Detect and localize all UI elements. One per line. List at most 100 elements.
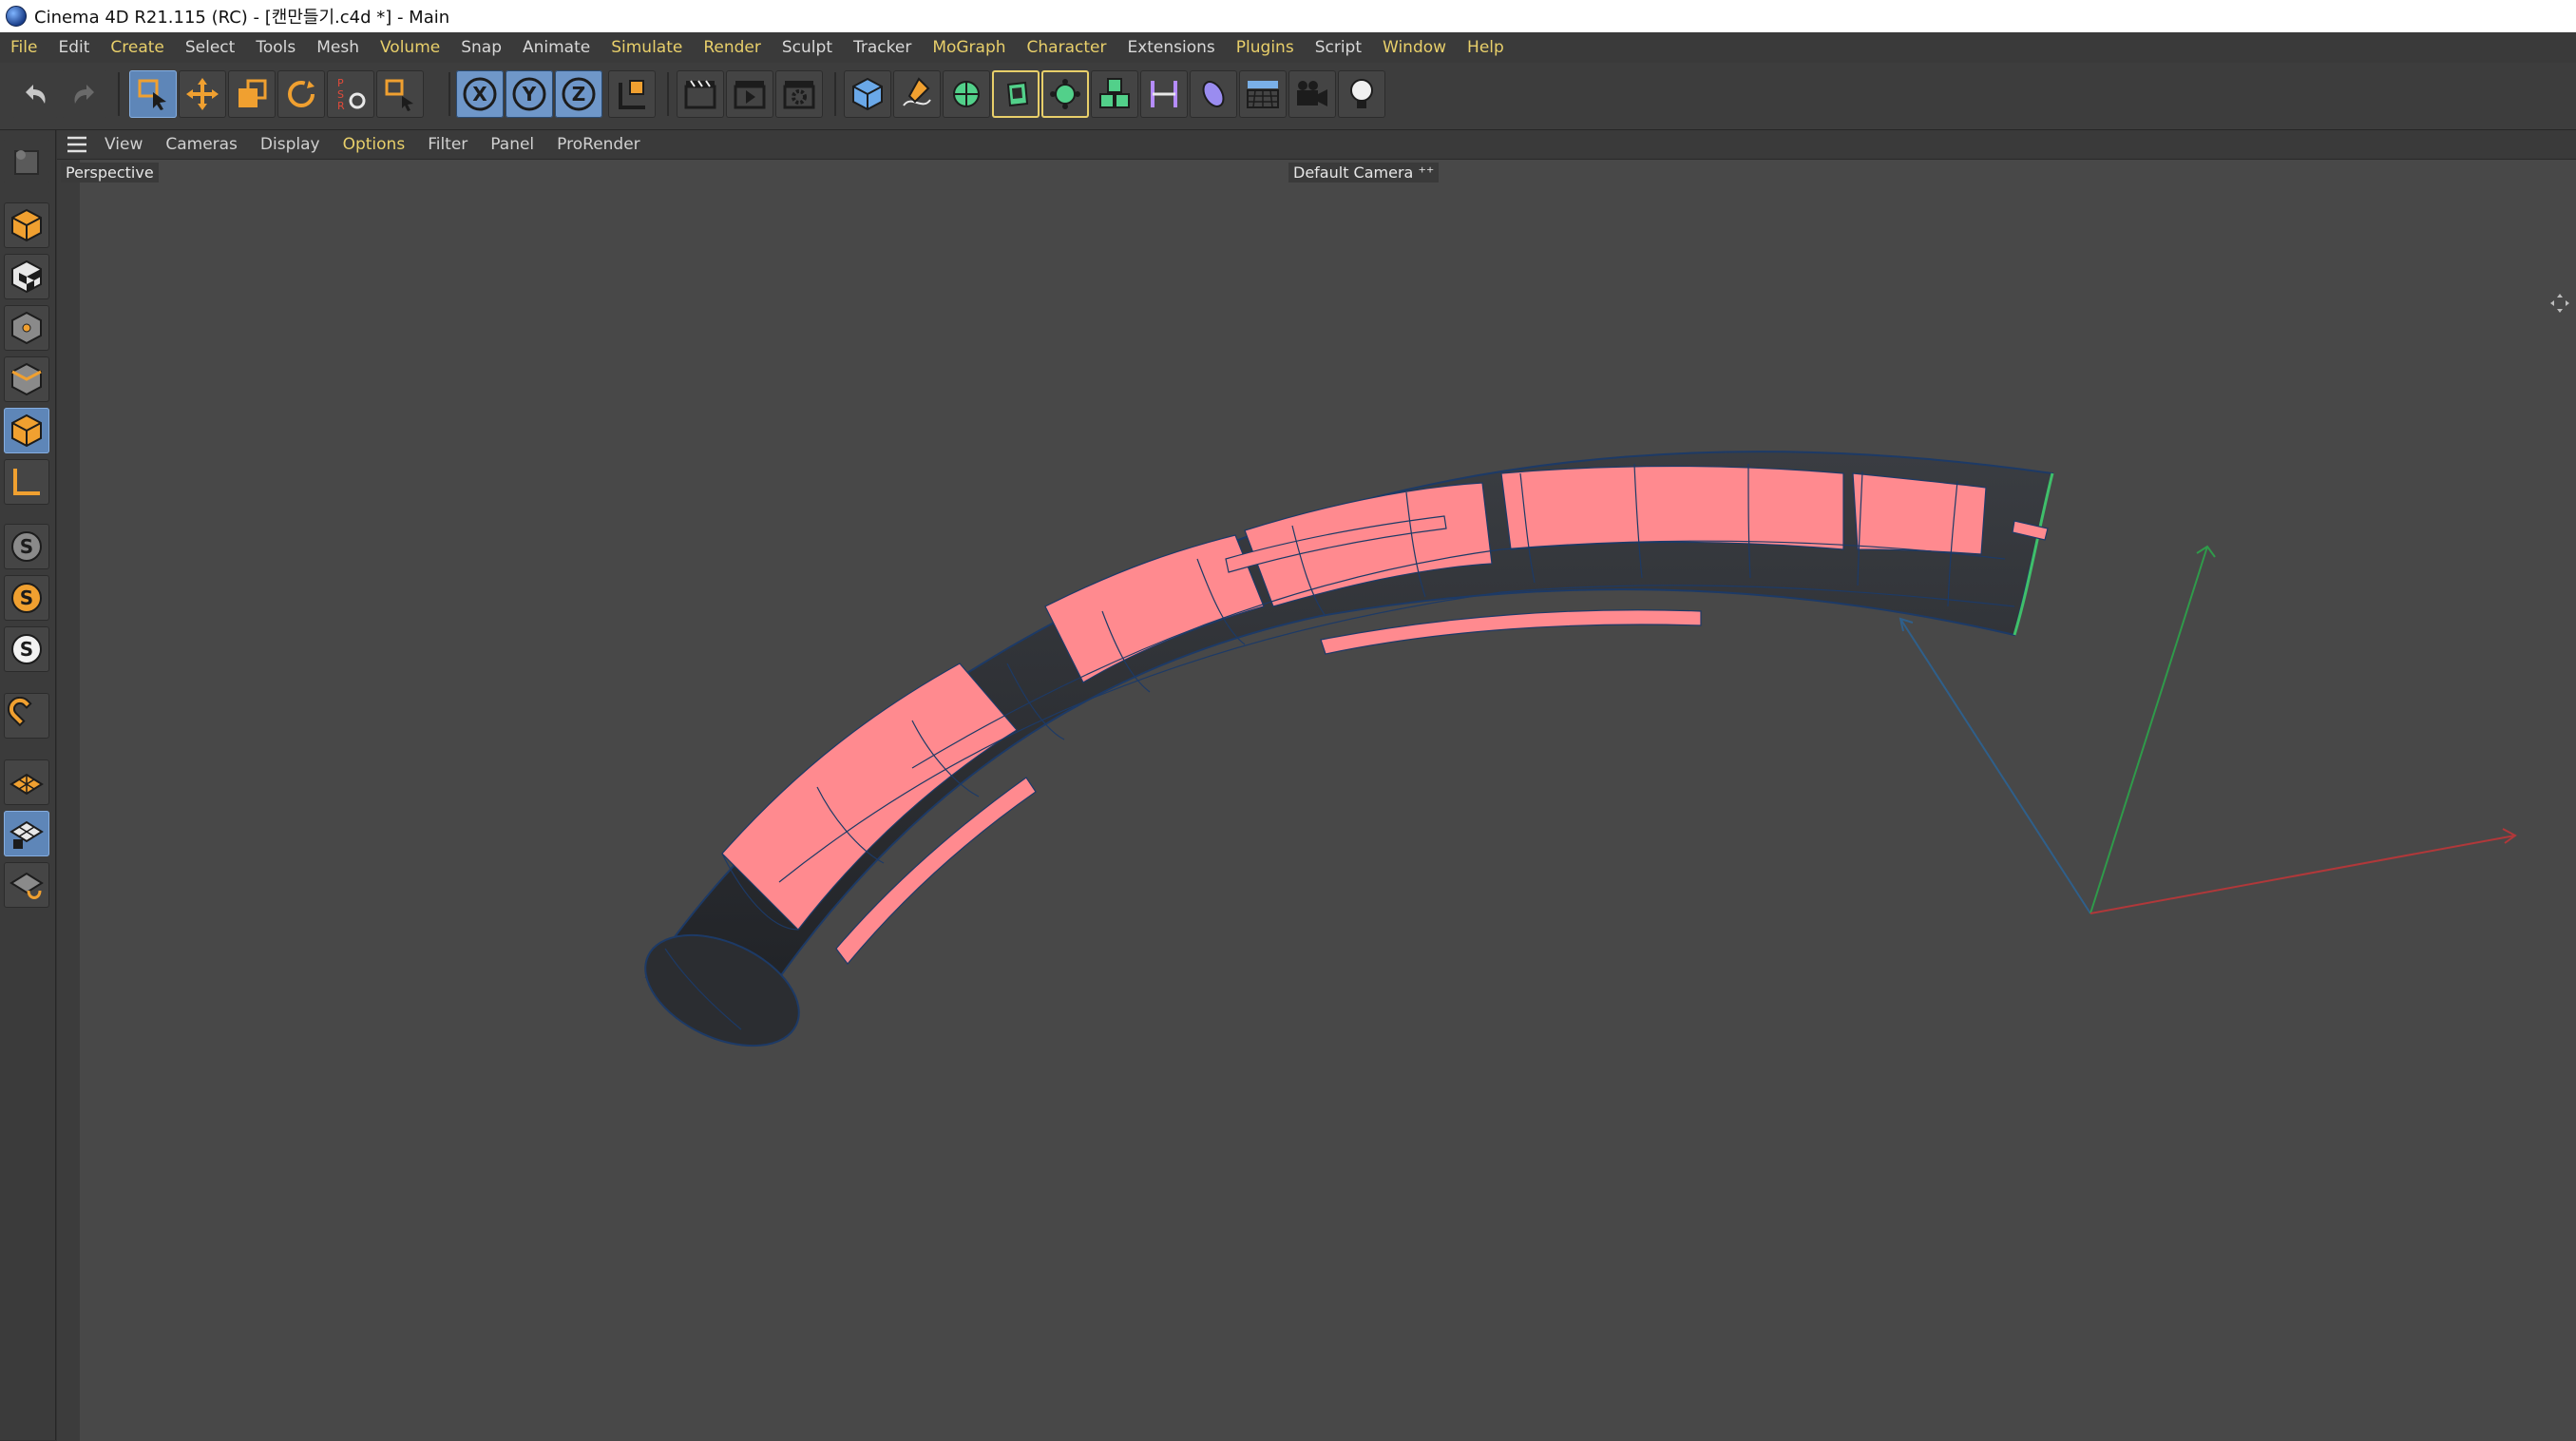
extrude-icon (1006, 81, 1029, 107)
menu-character[interactable]: Character (1017, 38, 1117, 57)
planar-workplane-button[interactable] (4, 862, 49, 908)
menu-render[interactable]: Render (693, 38, 772, 57)
axis-mode-button[interactable] (4, 459, 49, 505)
gizmo-z-axis[interactable] (1899, 618, 2091, 914)
menu-extensions[interactable]: Extensions (1116, 38, 1225, 57)
mograph-cloner-cubes-button[interactable] (1091, 70, 1138, 118)
quantize-button[interactable]: S (4, 575, 49, 621)
selection-filter-button[interactable] (376, 70, 424, 118)
subdivision-surface-button[interactable] (943, 70, 990, 118)
viewport-menu-display[interactable]: Display (249, 135, 332, 154)
svg-text:R: R (337, 100, 345, 112)
checker-cube-icon (11, 259, 42, 294)
render-to-picture-viewer-button[interactable] (726, 70, 773, 118)
snap-settings-button[interactable]: S (4, 626, 49, 672)
render-settings-button[interactable] (775, 70, 823, 118)
cubes-icon (1099, 78, 1130, 108)
environment-button[interactable] (1190, 70, 1237, 118)
sky-icon (1202, 81, 1225, 107)
menu-mesh[interactable]: Mesh (306, 38, 370, 57)
menu-edit[interactable]: Edit (48, 38, 100, 57)
menu-sculpt[interactable]: Sculpt (772, 38, 843, 57)
cube-object-button[interactable] (844, 70, 891, 118)
x-axis-lock-button[interactable]: X (456, 70, 504, 118)
make-editable-button[interactable] (4, 138, 49, 183)
texture-mode-button[interactable] (4, 254, 49, 299)
menu-help[interactable]: Help (1457, 38, 1515, 57)
main-toolbar: P S R X Y Z (0, 63, 2576, 130)
menu-create[interactable]: Create (100, 38, 175, 57)
floor-button[interactable] (1239, 70, 1287, 118)
locked-workplane-button[interactable] (4, 811, 49, 856)
menu-tracker[interactable]: Tracker (843, 38, 922, 57)
viewport-menu-icon[interactable] (61, 130, 93, 159)
viewport-menu-panel[interactable]: Panel (479, 135, 545, 154)
points-mode-button[interactable] (4, 305, 49, 351)
pen-spline-button[interactable] (893, 70, 941, 118)
main-menu-bar: File Edit Create Select Tools Mesh Volume Snap A… (0, 32, 2576, 64)
z-axis-lock-button[interactable]: Z (555, 70, 602, 118)
subdivision-surface-icon (953, 81, 980, 107)
extrude-button[interactable] (992, 70, 1040, 118)
coordinate-system-button[interactable] (608, 70, 656, 118)
viewport-menu-prorender[interactable]: ProRender (545, 135, 652, 154)
polygons-cube-icon (11, 413, 42, 448)
svg-text:S: S (20, 535, 33, 558)
planar-workplane-icon (10, 872, 44, 899)
viewport-menu-view[interactable]: View (93, 135, 154, 154)
pen-icon (903, 77, 931, 106)
3d-viewport[interactable]: Perspective Default Camera ⁺⁺ (57, 159, 2576, 1441)
menu-file[interactable]: File (0, 38, 48, 57)
snap-white-icon: S (11, 634, 42, 664)
render-view-button[interactable] (677, 70, 724, 118)
menu-window[interactable]: Window (1372, 38, 1457, 57)
menu-volume[interactable]: Volume (370, 38, 450, 57)
menu-plugins[interactable]: Plugins (1226, 38, 1305, 57)
live-selection-tool-button[interactable] (129, 70, 177, 118)
viewport-maximize-icon[interactable] (2549, 293, 2570, 314)
workplane-button[interactable] (4, 759, 49, 805)
y-axis-lock-button[interactable]: Y (506, 70, 553, 118)
redo-button[interactable] (61, 70, 108, 118)
rotate-tool-button[interactable] (277, 70, 325, 118)
x-axis-icon: X (463, 77, 497, 111)
menu-snap[interactable]: Snap (450, 38, 512, 57)
viewport-menu-cameras[interactable]: Cameras (154, 135, 249, 154)
psr-icon: P S R (337, 77, 366, 112)
viewport-menu-filter[interactable]: Filter (416, 135, 479, 154)
polygons-mode-button[interactable] (4, 408, 49, 453)
scale-tool-button[interactable] (228, 70, 276, 118)
floor-grid-icon (1247, 81, 1279, 108)
menu-animate[interactable]: Animate (512, 38, 601, 57)
recent-tools-button[interactable]: P S R (327, 70, 374, 118)
camera-icon (1297, 81, 1327, 106)
undo-button[interactable] (11, 70, 59, 118)
menu-simulate[interactable]: Simulate (601, 38, 693, 57)
edges-mode-button[interactable] (4, 356, 49, 402)
model-cube-icon (11, 208, 42, 242)
viewport-menu-bar: View Cameras Display Options Filter Panel ProR… (57, 130, 2576, 159)
gizmo-x-axis[interactable] (2089, 835, 2516, 914)
menu-tools[interactable]: Tools (245, 38, 306, 57)
bend-deformer-icon (1151, 81, 1177, 107)
points-cube-icon (11, 311, 42, 345)
svg-text:S: S (20, 638, 33, 661)
mode-palette: S S S (0, 130, 56, 1440)
menu-mograph[interactable]: MoGraph (922, 38, 1016, 57)
viewport-menu-options[interactable]: Options (332, 135, 417, 154)
model-mode-button[interactable] (4, 202, 49, 248)
window-title: Cinema 4D R21.115 (RC) - [캔만들기.c4d *] - … (34, 8, 450, 28)
snap-button[interactable]: S (4, 524, 49, 569)
cloner-button[interactable] (1041, 70, 1089, 118)
gizmo-y-axis[interactable] (2089, 546, 2208, 914)
magnet-tool-button[interactable] (4, 693, 49, 739)
light-button[interactable] (1338, 70, 1385, 118)
menu-script[interactable]: Script (1305, 38, 1372, 57)
clapperboard-play-icon (734, 81, 766, 109)
deformer-button[interactable] (1140, 70, 1188, 118)
move-tool-button[interactable] (179, 70, 226, 118)
camera-button[interactable] (1288, 70, 1336, 118)
menu-select[interactable]: Select (175, 38, 245, 57)
snap-orange-icon: S (11, 583, 42, 613)
box-selection-icon (385, 79, 413, 111)
